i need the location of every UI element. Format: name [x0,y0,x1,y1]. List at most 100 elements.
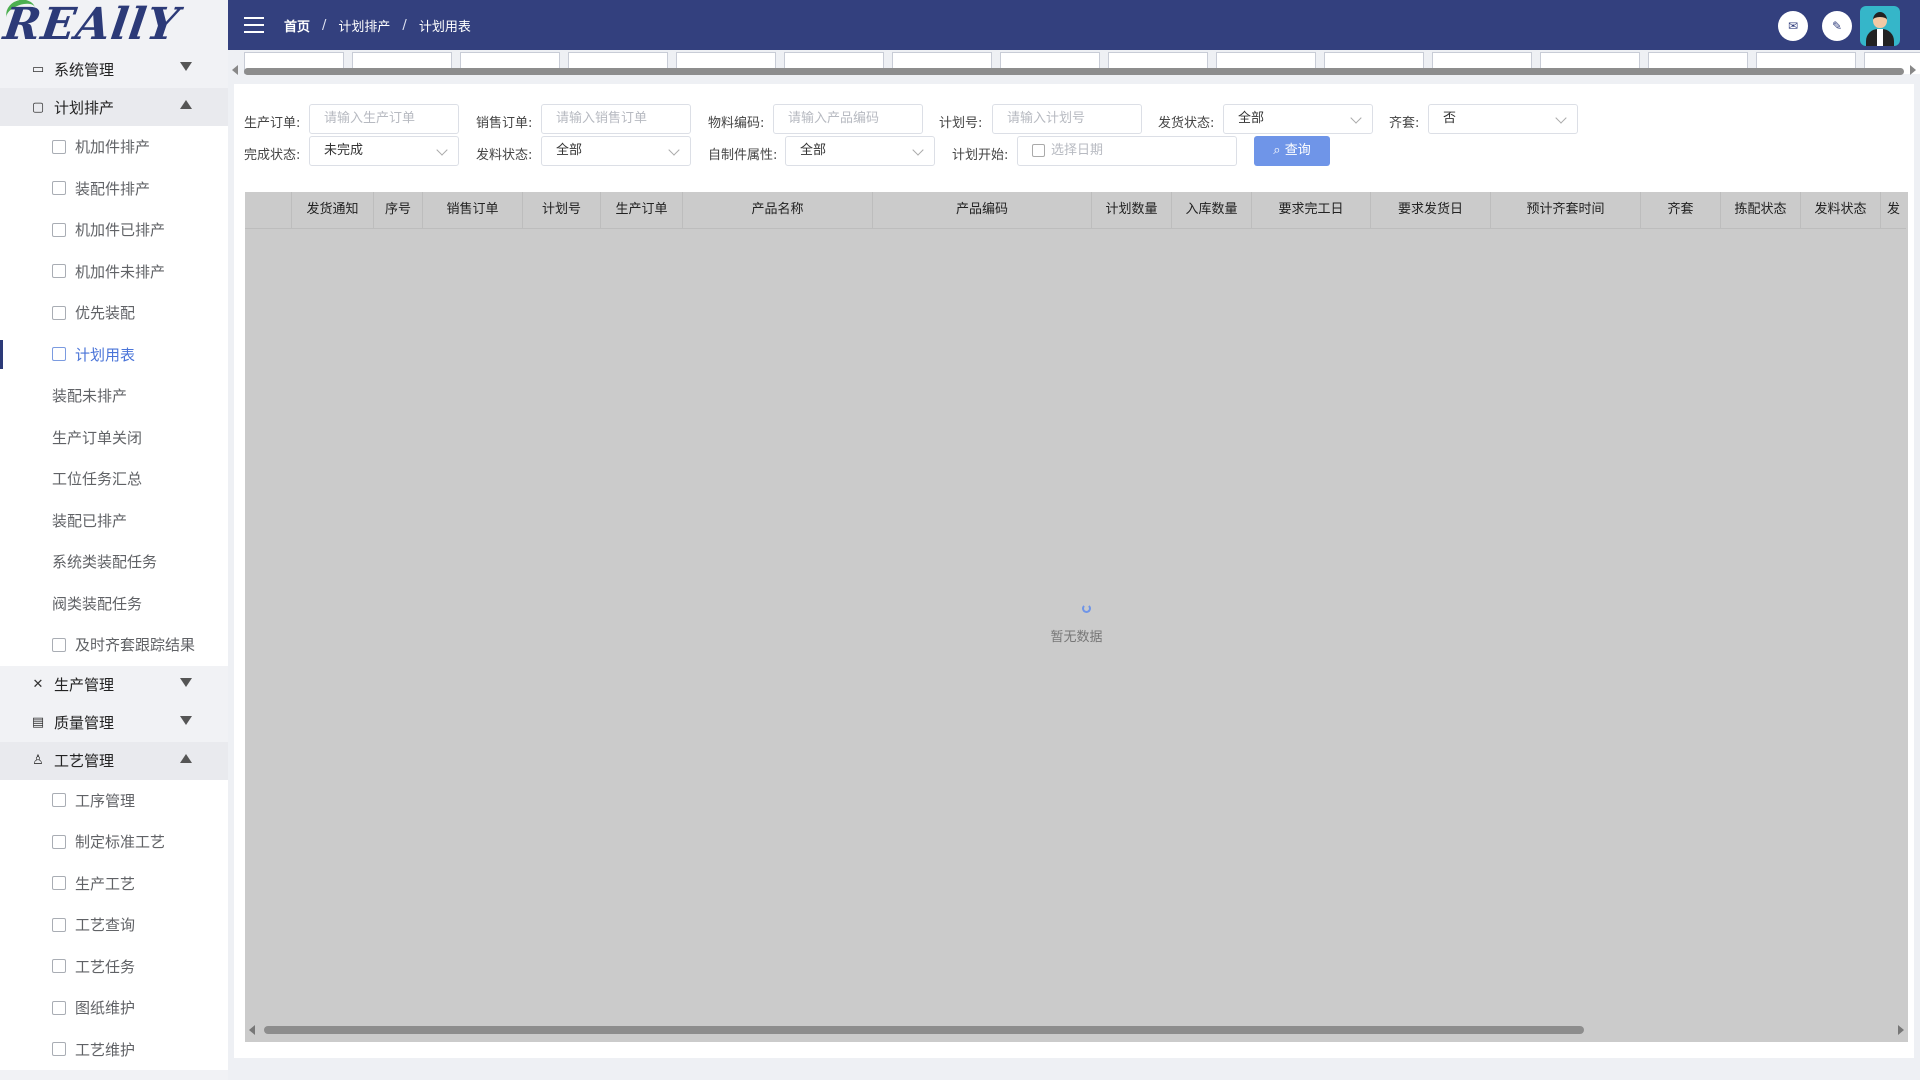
sidebar-item-label: 计划用表 [75,345,136,364]
chevron-down-icon [1555,112,1567,124]
mail-icon[interactable]: ✉ [1778,11,1808,41]
hamburger-icon[interactable] [244,17,264,33]
menu-group-plan[interactable]: ▢ 计划排产 [0,88,228,126]
plan-start-label: 计划开始: [952,148,1009,163]
quality-icon: ▤ [31,715,45,730]
sidebar-item-production-craft[interactable]: 生产工艺 [0,862,228,904]
doc-icon [52,222,66,237]
wrench-icon [52,1042,66,1057]
edit-icon[interactable]: ✎ [1822,11,1852,41]
material-code-label: 物料编码: [708,116,765,131]
menu-group-production[interactable]: ✕ 生产管理 [0,666,228,704]
menu-group-system[interactable]: ▭ 系统管理 [0,50,228,88]
done-status-select[interactable]: 未完成 [309,136,459,166]
scroll-right-icon[interactable] [1910,65,1916,75]
col-prod-order[interactable]: 生产订单 [601,192,683,228]
col-stock-qty[interactable]: 入库数量 [1172,192,1252,228]
monitor-icon [52,1000,66,1015]
col-checkbox[interactable] [245,192,292,228]
table-horizontal-scrollbar[interactable] [264,1026,1584,1034]
sidebar-item-assembly-schedule[interactable]: 装配件排产 [0,167,228,209]
col-due-finish[interactable]: 要求完工日 [1252,192,1371,228]
doc-icon [52,959,66,974]
sidebar-item-priority-assembly[interactable]: 优先装配 [0,292,228,334]
sidebar-item-order-close[interactable]: 生产订单关闭 [0,416,228,458]
empty-text: 暂无数据 [1050,630,1103,645]
sidebar-item-craft-maint[interactable]: 工艺维护 [0,1028,228,1070]
sidebar-item-drawing-maint[interactable]: 图纸维护 [0,987,228,1029]
menu-group-quality[interactable]: ▤ 质量管理 [0,704,228,742]
query-button[interactable]: ⌕ 查询 [1254,136,1330,166]
col-sales-order[interactable]: 销售订单 [423,192,523,228]
breadcrumb-home[interactable]: 首页 [284,16,310,35]
sidebar-item-machining-schedule[interactable]: 机加件排产 [0,126,228,168]
scroll-left-icon[interactable] [249,1025,255,1035]
logo: REAllY [0,0,228,50]
material-code-input[interactable]: 请输入产品编码 [773,104,923,134]
filter-form: 生产订单: 请输入生产订单 销售订单: 请输入销售订单 物料编码: 请输入产品编… [244,104,1904,168]
kit-label: 齐套: [1389,116,1420,131]
prod-order-label: 生产订单: [244,116,301,131]
sidebar-item-system-assembly-task[interactable]: 系统类装配任务 [0,541,228,583]
col-more[interactable]: 发 [1881,192,1906,228]
sidebar-item-label: 机加件排产 [75,138,151,157]
issue-status-select[interactable]: 全部 [541,136,691,166]
sidebar-item-craft-task[interactable]: 工艺任务 [0,945,228,987]
avatar[interactable] [1860,6,1900,46]
menu-group-label: 系统管理 [54,60,115,79]
col-issue-status[interactable]: 发料状态 [1801,192,1881,228]
sidebar-item-label: 装配已排产 [52,511,128,530]
doc-icon [52,876,66,891]
sidebar-item-assembly-unscheduled[interactable]: 装配未排产 [0,375,228,417]
scroll-right-icon[interactable] [1898,1025,1904,1035]
sidebar-item-station-summary[interactable]: 工位任务汇总 [0,458,228,500]
col-pick-status[interactable]: 拣配状态 [1721,192,1801,228]
sidebar-item-label: 工位任务汇总 [52,470,143,489]
breadcrumb-plan[interactable]: 计划排产 [338,16,390,35]
prod-order-input[interactable]: 请输入生产订单 [309,104,459,134]
loading-spinner-icon [1082,604,1091,613]
col-est-kit-time[interactable]: 预计齐套时间 [1491,192,1641,228]
col-plan-qty[interactable]: 计划数量 [1092,192,1172,228]
sidebar-item-valve-assembly-task[interactable]: 阀类装配任务 [0,582,228,624]
doc-icon [52,139,66,154]
tabs-scrollbar[interactable] [244,68,1904,75]
plan-start-placeholder: 选择日期 [1051,143,1104,158]
plan-no-label: 计划号: [939,116,983,131]
col-ship-notice[interactable]: 发货通知 [292,192,374,228]
sidebar-item-process-mgmt[interactable]: 工序管理 [0,779,228,821]
done-status-label: 完成状态: [244,148,301,163]
sidebar-item-machining-scheduled[interactable]: 机加件已排产 [0,209,228,251]
logo-text: REAllY [0,0,183,50]
col-kit[interactable]: 齐套 [1641,192,1721,228]
issue-status-value: 全部 [556,143,583,158]
sidebar-item-kit-tracking[interactable]: 及时齐套跟踪结果 [0,624,228,666]
sidebar-item-label: 工艺查询 [75,916,136,935]
sales-order-input[interactable]: 请输入销售订单 [541,104,691,134]
col-index[interactable]: 序号 [374,192,423,228]
doc-icon [52,347,66,362]
plan-no-input[interactable]: 请输入计划号 [992,104,1142,134]
col-due-ship[interactable]: 要求发货日 [1371,192,1491,228]
sidebar-item-machining-unscheduled[interactable]: 机加件未排产 [0,250,228,292]
tools-icon: ✕ [32,677,44,692]
col-product-code[interactable]: 产品编码 [873,192,1092,228]
col-plan-no[interactable]: 计划号 [523,192,601,228]
sidebar-item-assembly-scheduled[interactable]: 装配已排产 [0,499,228,541]
sidebar-item-standard-craft[interactable]: 制定标准工艺 [0,821,228,863]
self-made-select[interactable]: 全部 [785,136,935,166]
kit-value: 否 [1443,111,1457,126]
sidebar-item-label: 装配未排产 [52,387,128,406]
col-product-name[interactable]: 产品名称 [683,192,873,228]
sidebar-item-label: 机加件已排产 [75,221,166,240]
breadcrumb-current: 计划用表 [418,19,471,35]
ship-status-select[interactable]: 全部 [1223,104,1373,134]
menu-group-craft[interactable]: ♙ 工艺管理 [0,741,228,780]
kit-select[interactable]: 否 [1428,104,1578,134]
plan-start-date-input[interactable]: 选择日期 [1017,136,1237,166]
sidebar-item-plan-table[interactable]: 计划用表 [0,333,228,375]
sidebar-item-craft-query[interactable]: 工艺查询 [0,904,228,946]
sidebar-item-label: 机加件未排产 [75,262,166,281]
scroll-left-icon[interactable] [232,65,238,75]
search-icon: ⌕ [1273,143,1285,158]
